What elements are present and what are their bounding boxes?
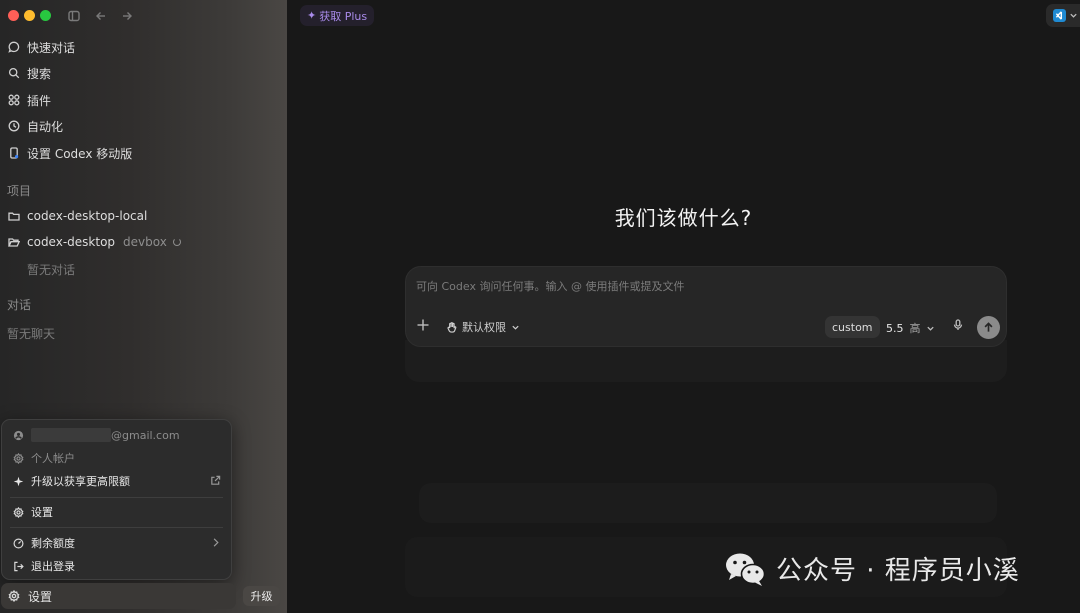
minimize-window-button[interactable] xyxy=(24,10,35,21)
reasoning-level: 高 xyxy=(909,322,921,335)
menu-settings-item[interactable]: 设置 xyxy=(2,501,231,523)
nav-mobile-setup[interactable]: 设置 Codex 移动版 xyxy=(0,142,287,164)
chevron-down-icon xyxy=(512,325,519,330)
nav-plugins[interactable]: 插件 xyxy=(0,89,287,111)
folder-open-icon xyxy=(8,238,20,247)
project-name: codex-desktop xyxy=(27,235,116,249)
menu-label: 个人帐户 xyxy=(31,452,75,465)
external-link-icon xyxy=(210,475,221,486)
add-attachment-button[interactable] xyxy=(416,318,432,334)
search-icon xyxy=(8,67,20,79)
personal-account-item[interactable]: 个人帐户 xyxy=(2,447,231,469)
faded-card xyxy=(419,483,997,523)
nav-label: 设置 Codex 移动版 xyxy=(27,146,133,161)
custom-chip[interactable]: custom xyxy=(825,316,880,338)
watermark-text: 公众号 · 程序员小溪 xyxy=(776,556,1020,586)
project-name: codex-desktop-local xyxy=(27,209,148,223)
settings-label: 设置 xyxy=(28,589,53,604)
logout-icon xyxy=(14,561,24,571)
nav-search[interactable]: 搜索 xyxy=(0,62,287,84)
folder-icon xyxy=(8,212,20,221)
user-circle-icon xyxy=(13,430,24,440)
email-suffix: @gmail.com xyxy=(111,428,180,442)
menu-label: 升级以获享更高限额 xyxy=(31,475,130,488)
chat-bubble-icon xyxy=(8,41,20,53)
arrow-up-icon xyxy=(984,322,993,332)
nav-quick-chat[interactable]: 快速对话 xyxy=(0,36,287,58)
menu-divider xyxy=(10,497,223,498)
menu-label: 设置 xyxy=(31,506,53,519)
permission-select[interactable]: 默认权限 xyxy=(446,319,525,335)
zoom-window-button[interactable] xyxy=(40,10,51,21)
sidebar: 快速对话 搜索 插件 自动化 设置 Codex 移动版 项目 codex-des… xyxy=(0,0,287,613)
wechat-watermark: 公众号 · 程序员小溪 xyxy=(724,550,1020,587)
project-item[interactable]: codex-desktop-local xyxy=(0,205,287,227)
nav-label: 自动化 xyxy=(27,119,64,134)
remaining-quota-item[interactable]: 剩余额度 xyxy=(2,532,231,554)
nav-label: 插件 xyxy=(27,93,52,108)
plugins-grid-icon xyxy=(8,94,20,106)
sparkle-icon: ✦ xyxy=(307,9,317,22)
projects-section-label: 项目 xyxy=(7,184,32,198)
get-plus-label: 获取 Plus xyxy=(319,9,368,23)
model-version: 5.5 xyxy=(886,321,904,335)
model-select[interactable]: 5.5 高 xyxy=(886,320,935,336)
wechat-logo-icon xyxy=(726,553,766,586)
nav-label: 搜索 xyxy=(27,66,52,81)
menu-label: 剩余额度 xyxy=(31,537,75,550)
clock-icon xyxy=(8,120,20,132)
vscode-icon xyxy=(1053,9,1066,22)
sparkle-icon xyxy=(13,476,24,486)
permission-label: 默认权限 xyxy=(462,321,506,334)
project-tag: devbox xyxy=(123,235,167,249)
gauge-icon xyxy=(13,538,24,548)
hand-icon xyxy=(447,321,457,333)
microphone-icon xyxy=(953,319,963,330)
logout-item[interactable]: 退出登录 xyxy=(2,555,231,577)
forward-arrow-icon[interactable] xyxy=(120,9,134,23)
menu-label: 退出登录 xyxy=(31,560,75,573)
account-menu: @gmail.com 个人帐户 升级以获享更高限额 设置 剩余额度 退出登录 xyxy=(1,419,232,580)
redacted-email xyxy=(31,428,111,442)
chats-section-label: 对话 xyxy=(7,298,32,312)
nav-automation[interactable]: 自动化 xyxy=(0,115,287,137)
page-title: 我们该做什么? xyxy=(614,206,753,230)
upgrade-button[interactable]: 升级 xyxy=(243,586,280,606)
chevron-down-icon xyxy=(926,326,934,331)
chats-empty-text: 暂无聊天 xyxy=(7,327,56,341)
settings-button[interactable]: 设置 xyxy=(1,583,236,609)
back-arrow-icon[interactable] xyxy=(94,9,108,23)
mobile-icon xyxy=(10,147,19,159)
account-email-row: @gmail.com xyxy=(2,424,231,446)
get-plus-button[interactable]: ✦ 获取 Plus xyxy=(300,5,375,26)
menu-divider xyxy=(10,527,223,528)
gear-icon xyxy=(8,590,20,602)
gear-icon xyxy=(13,452,24,464)
prompt-input[interactable]: 可向 Codex 询问任何事。输入 @ 使用插件或提及文件 xyxy=(416,278,684,294)
chevron-down-icon xyxy=(1070,13,1077,18)
window-controls xyxy=(8,10,51,21)
upgrade-limits-item[interactable]: 升级以获享更高限额 xyxy=(2,470,231,492)
nav-label: 快速对话 xyxy=(27,40,76,55)
send-button[interactable] xyxy=(977,316,1000,339)
microphone-button[interactable] xyxy=(952,319,966,333)
project-item[interactable]: codex-desktop devbox xyxy=(0,231,287,253)
close-window-button[interactable] xyxy=(8,10,19,21)
chevron-right-icon xyxy=(210,537,221,548)
composer: 可向 Codex 询问任何事。输入 @ 使用插件或提及文件 默认权限 custo… xyxy=(405,266,1007,347)
plus-icon xyxy=(417,319,429,331)
main-panel: ✦ 获取 Plus 我们该做什么? 可向 Codex 询问任何事。输入 @ 使用… xyxy=(287,0,1080,613)
project-empty-text: 暂无对话 xyxy=(27,263,76,277)
open-in-vscode-button[interactable] xyxy=(1046,4,1080,27)
toggle-sidebar-icon[interactable] xyxy=(67,9,81,23)
loading-spinner-icon xyxy=(172,238,181,246)
gear-icon xyxy=(13,506,24,518)
